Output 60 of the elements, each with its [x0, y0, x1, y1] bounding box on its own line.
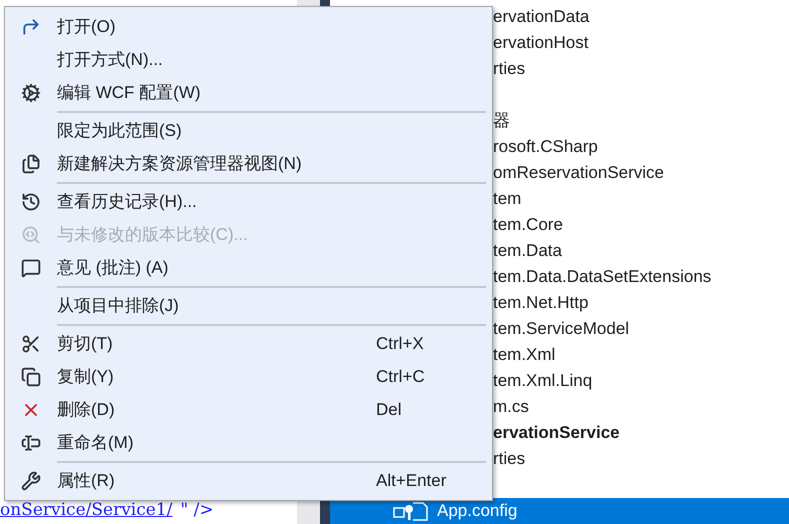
menu-item-label: 打开方式(N)... — [57, 48, 164, 71]
tree-item-label: App.config — [437, 500, 518, 522]
shortcut-text: Del — [376, 398, 403, 421]
comment-icon — [21, 258, 41, 278]
config-link[interactable]: onService/Service1/ — [0, 498, 172, 524]
menu-item-label: 复制(Y) — [57, 366, 115, 388]
menu-item[interactable]: 重命名(M) — [5, 426, 492, 459]
menu-item[interactable]: 复制(Y) Ctrl+C — [5, 360, 492, 393]
redo-arrow-icon — [21, 16, 41, 36]
menu-item-label: 新建解决方案资源管理器视图(N) — [57, 152, 303, 175]
shortcut-text: Alt+Enter — [376, 470, 448, 492]
tree-item-label: ervationData — [493, 6, 590, 28]
menu-item-label: 重命名(M) — [57, 432, 134, 454]
copy-icon — [21, 366, 41, 386]
window-stack-icon — [21, 154, 41, 174]
menu-item[interactable]: 意见 (批注) (A) — [5, 251, 492, 284]
tree-item-label: 器 — [493, 110, 510, 132]
menu-item-label: 查看历史记录(H)... — [57, 190, 198, 213]
tree-item-label: tem.Data — [493, 240, 562, 262]
menu-item[interactable]: 编辑 WCF 配置(W) — [5, 76, 492, 109]
tree-item[interactable]: App.config — [330, 498, 789, 524]
menu-item[interactable]: 限定为此范围(S) — [5, 114, 492, 147]
menu-item[interactable]: 删除(D) Del — [5, 393, 492, 426]
menu-item[interactable]: 剪切(T) Ctrl+X — [5, 327, 492, 360]
config-file-icon — [393, 501, 429, 521]
tree-item-label: ervationHost — [493, 32, 588, 54]
code-text: " /> — [180, 499, 214, 522]
tree-item-label: tem.Net.Http — [493, 292, 588, 314]
menu-item-label: 与未修改的版本比较(C)... — [57, 224, 249, 246]
menu-item-label: 编辑 WCF 配置(W) — [57, 82, 202, 104]
rename-icon — [21, 432, 41, 452]
wrench-icon — [21, 470, 41, 490]
menu-item[interactable]: 属性(R) Alt+Enter — [5, 464, 492, 497]
compare-icon — [21, 224, 41, 244]
menu-item-label: 限定为此范围(S) — [57, 120, 183, 142]
tree-item-label: omReservationService — [493, 162, 664, 184]
history-icon — [21, 192, 41, 212]
menu-item[interactable]: 查看历史记录(H)... — [5, 185, 492, 218]
tree-item-label: ervationService — [493, 422, 620, 444]
menu-item[interactable]: 打开方式(N)... — [5, 43, 492, 76]
tree-item-label: tem.ServiceModel — [493, 318, 630, 340]
menu-item-label: 意见 (批注) (A) — [57, 256, 170, 279]
gear-icon — [21, 82, 41, 102]
tree-item-label: tem.Data.DataSetExtensions — [493, 266, 712, 288]
menu-item-label: 剪切(T) — [57, 332, 114, 355]
tree-item-label: rosoft.CSharp — [493, 136, 598, 158]
tree-item-label: rties — [493, 58, 526, 80]
menu-item-label: 从项目中排除(J) — [57, 294, 180, 317]
tree-item-label: rties — [493, 448, 526, 470]
scissors-icon — [21, 334, 41, 354]
shortcut-text: Ctrl+C — [376, 366, 426, 388]
menu-item[interactable]: 新建解决方案资源管理器视图(N) — [5, 147, 492, 180]
shortcut-text: Ctrl+X — [376, 332, 425, 355]
menu-item-label: 属性(R) — [57, 470, 116, 492]
menu-item[interactable]: 从项目中排除(J) — [5, 289, 492, 322]
tree-item-label: tem — [493, 188, 522, 210]
menu-item-label: 删除(D) — [57, 398, 116, 421]
menu-item-label: 打开(O) — [57, 16, 117, 38]
menu-item[interactable]: 打开(O) — [5, 10, 492, 43]
tree-item-label: tem.Core — [493, 214, 563, 236]
